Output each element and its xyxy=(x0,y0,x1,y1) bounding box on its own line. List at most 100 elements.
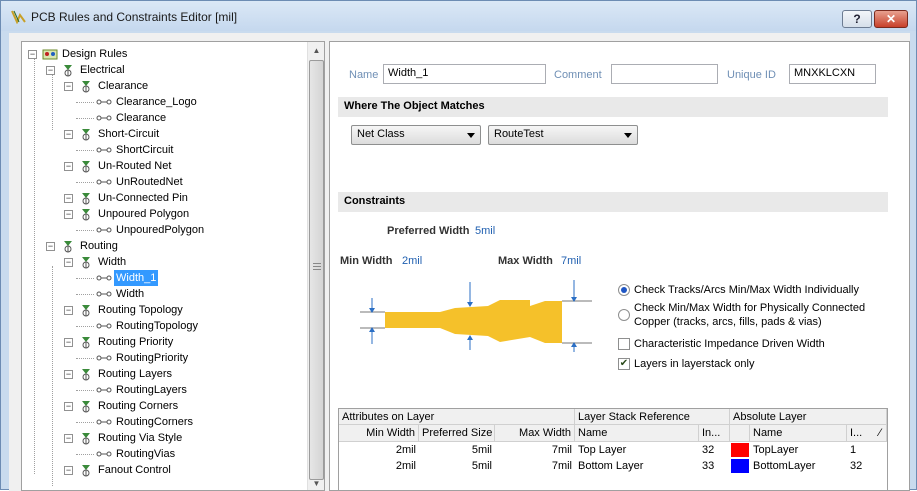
grid-cell-min[interactable]: 2mil xyxy=(339,442,419,458)
rule-icon xyxy=(96,387,112,393)
check-connected-label-line2: Copper (tracks, arcs, fills, pads & vias… xyxy=(634,316,822,328)
group-absolute-layer: Absolute Layer xyxy=(730,409,887,425)
layerstack-only-checkbox[interactable]: ✔ xyxy=(618,358,630,370)
tree-connector xyxy=(52,266,53,486)
preferred-width-value[interactable]: 5mil xyxy=(475,225,495,237)
close-button[interactable]: ✕ xyxy=(874,10,908,28)
layerstack-only-label: Layers in layerstack only xyxy=(634,358,755,370)
tree-node-label: Width xyxy=(116,288,145,300)
col-min-width[interactable]: Min Width xyxy=(339,425,419,442)
grid-cell-max[interactable]: 7mil xyxy=(495,442,575,458)
col-max-width[interactable]: Max Width xyxy=(495,425,575,442)
col-abs-layer-index[interactable]: I... ⁄ xyxy=(847,425,887,442)
check-connected-radio[interactable] xyxy=(618,309,630,321)
tree-node-label: Short-Circuit xyxy=(98,128,160,140)
collapse-icon[interactable]: − xyxy=(64,434,73,443)
grid-cell-min[interactable]: 2mil xyxy=(339,458,419,474)
chevron-down-icon xyxy=(467,133,475,138)
col-color[interactable] xyxy=(730,425,750,442)
tree-connector xyxy=(52,70,53,130)
rule-type-icon xyxy=(82,129,90,141)
preferred-width-label: Preferred Width xyxy=(387,225,470,237)
unique-id-field[interactable]: MNXKLCXN xyxy=(789,64,876,84)
help-button[interactable]: ? xyxy=(842,10,872,28)
tree-scrollbar[interactable]: ▲ ▼ xyxy=(307,42,324,490)
grid-cell-abs-index[interactable]: 32 xyxy=(847,458,887,474)
collapse-icon[interactable]: − xyxy=(46,242,55,251)
col-layer-name[interactable]: Name xyxy=(575,425,699,442)
rule-icon xyxy=(96,275,112,281)
scroll-down-arrow-icon[interactable]: ▼ xyxy=(308,475,324,490)
rule-icon xyxy=(96,451,112,457)
match-type-value: Net Class xyxy=(357,128,405,140)
col-preferred-size[interactable]: Preferred Size xyxy=(419,425,495,442)
rule-icon xyxy=(96,323,112,329)
tree-node-label: RoutingLayers xyxy=(116,384,187,396)
grid-cell-index[interactable]: 32 xyxy=(699,442,730,458)
scroll-thumb[interactable] xyxy=(309,60,324,480)
collapse-icon[interactable]: − xyxy=(64,402,73,411)
grid-cell-name[interactable]: Top Layer xyxy=(575,442,699,458)
rule-icon xyxy=(96,147,112,153)
collapse-icon[interactable]: − xyxy=(64,194,73,203)
collapse-icon[interactable]: − xyxy=(64,338,73,347)
grid-cell-pref[interactable]: 5mil xyxy=(419,442,495,458)
rule-type-icon xyxy=(82,257,90,269)
collapse-icon[interactable]: − xyxy=(64,258,73,267)
grid-cell-abs-name[interactable]: TopLayer xyxy=(750,442,847,458)
layer-color-swatch[interactable] xyxy=(731,459,749,473)
group-attributes-on-layer: Attributes on Layer xyxy=(339,409,575,425)
net-class-combo[interactable]: RouteTest xyxy=(488,125,638,145)
rule-type-icon xyxy=(82,209,90,221)
collapse-icon[interactable]: − xyxy=(64,210,73,219)
tree-connector xyxy=(34,54,35,474)
rule-icon xyxy=(96,227,112,233)
tree-connector xyxy=(76,278,94,279)
tree-node-label: Fanout Control xyxy=(98,464,171,476)
check-connected-label: Check Min/Max Width for Physically Conne… xyxy=(634,302,866,314)
layer-color-swatch[interactable] xyxy=(731,443,749,457)
collapse-icon[interactable]: − xyxy=(64,82,73,91)
grid-cell-abs-name[interactable]: BottomLayer xyxy=(750,458,847,474)
tree-node-label: UnRoutedNet xyxy=(116,176,183,188)
tree-connector xyxy=(76,358,94,359)
tree-node-label: Routing Priority xyxy=(98,336,174,348)
collapse-icon[interactable]: − xyxy=(64,162,73,171)
grid-cell-pref[interactable]: 5mil xyxy=(419,458,495,474)
rules-tree[interactable]: − Fanout Control RoutingVias − Routing Via S… xyxy=(21,41,325,491)
max-width-value[interactable]: 7mil xyxy=(561,255,581,267)
rule-icon xyxy=(96,115,112,121)
col-abs-layer-name[interactable]: Name xyxy=(750,425,847,442)
max-width-label: Max Width xyxy=(498,255,553,267)
category-icon xyxy=(64,65,72,77)
collapse-icon[interactable]: − xyxy=(64,466,73,475)
category-icon xyxy=(64,241,72,253)
grid-cell-abs-index[interactable]: 1 xyxy=(847,442,887,458)
collapse-icon[interactable]: − xyxy=(28,50,37,59)
chevron-down-icon xyxy=(624,133,632,138)
grid-cell-index[interactable]: 33 xyxy=(699,458,730,474)
rule-type-icon xyxy=(82,305,90,317)
grid-cell-name[interactable]: Bottom Layer xyxy=(575,458,699,474)
collapse-icon[interactable]: − xyxy=(64,370,73,379)
collapse-icon[interactable]: − xyxy=(46,66,55,75)
check-individually-radio[interactable] xyxy=(618,284,630,296)
collapse-icon[interactable]: − xyxy=(64,130,73,139)
name-field[interactable]: Width_1 xyxy=(383,64,546,84)
tree-node-label: Routing Topology xyxy=(98,304,183,316)
tree-connector xyxy=(76,390,94,391)
col-layer-index[interactable]: In... xyxy=(699,425,730,442)
match-type-combo[interactable]: Net Class xyxy=(351,125,481,145)
tree-node-label: Routing Via Style xyxy=(98,432,183,444)
rule-type-icon xyxy=(82,369,90,381)
check-individually-label: Check Tracks/Arcs Min/Max Width Individu… xyxy=(634,284,859,296)
impedance-driven-checkbox[interactable] xyxy=(618,338,630,350)
grid-cell-max[interactable]: 7mil xyxy=(495,458,575,474)
comment-label: Comment xyxy=(554,69,602,81)
scroll-up-arrow-icon[interactable]: ▲ xyxy=(308,42,324,59)
collapse-icon[interactable]: − xyxy=(64,306,73,315)
comment-field[interactable] xyxy=(611,64,718,84)
rules-editor-window: PCB Rules and Constraints Editor [mil] ?… xyxy=(0,0,917,491)
min-width-value[interactable]: 2mil xyxy=(402,255,422,267)
tree-node-label: Routing xyxy=(80,240,118,252)
